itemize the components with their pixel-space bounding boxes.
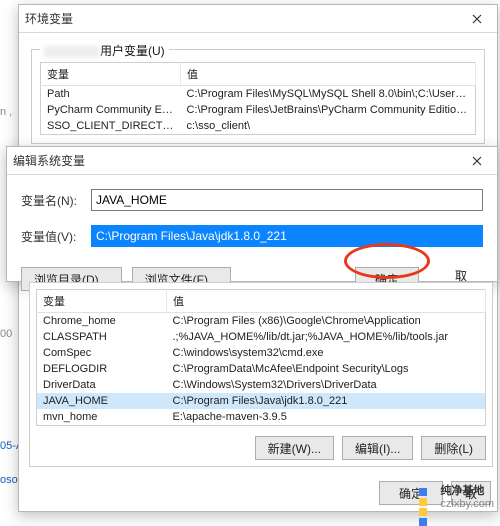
col-value[interactable]: 值 <box>181 63 476 86</box>
cancel-button-outer[interactable]: 取 <box>451 481 491 505</box>
blurred-username <box>44 46 100 58</box>
edit-button[interactable]: 编辑(I)... <box>342 436 413 460</box>
delete-button[interactable]: 删除(L) <box>421 436 486 460</box>
table-row[interactable]: mvn_homeE:\apache-maven-3.9.5 <box>37 409 486 426</box>
table-row[interactable]: DEFLOGDIRC:\ProgramData\McAfee\Endpoint … <box>37 361 486 377</box>
table-row[interactable]: PathC:\Program Files\MySQL\MySQL Shell 8… <box>41 86 476 103</box>
group-legend: 用户变量(U) <box>40 42 169 59</box>
bg-fragment: 00 <box>0 328 12 340</box>
table-row[interactable]: PyCharm Community Editi...C:\Program Fil… <box>41 102 476 118</box>
system-vars-group: 变量 值 Chrome_homeC:\Program Files (x86)\G… <box>29 282 493 467</box>
close-icon[interactable] <box>457 5 497 33</box>
table-row[interactable]: CLASSPATH.;%JAVA_HOME%/lib/dt.jar;%JAVA_… <box>37 329 486 345</box>
titlebar[interactable]: 编辑系统变量 <box>7 147 497 175</box>
table-row[interactable]: DriverDataC:\Windows\System32\Drivers\Dr… <box>37 377 486 393</box>
edit-sysvar-dialog: 编辑系统变量 变量名(N): 变量值(V): 浏览目录(D)... 浏览文件(F… <box>6 146 498 282</box>
system-vars-table[interactable]: 变量 值 Chrome_homeC:\Program Files (x86)\G… <box>36 289 486 426</box>
ok-button-outer[interactable]: 确定 <box>379 481 443 505</box>
window-title: 环境变量 <box>25 10 73 27</box>
var-value-label: 变量值(V): <box>21 228 81 245</box>
col-var[interactable]: 变量 <box>37 290 167 313</box>
table-row[interactable]: Chrome_homeC:\Program Files (x86)\Google… <box>37 313 486 330</box>
dialog-title: 编辑系统变量 <box>13 152 85 169</box>
user-vars-group: 用户变量(U) 变量 值 PathC:\Program Files\MySQL\… <box>31 49 485 144</box>
var-name-input[interactable] <box>91 189 483 211</box>
table-row[interactable]: ComSpecC:\windows\system32\cmd.exe <box>37 345 486 361</box>
table-row[interactable]: JAVA_HOMEC:\Program Files\Java\jdk1.8.0_… <box>37 393 486 409</box>
var-value-input[interactable] <box>91 225 483 247</box>
bg-fragment: n , <box>0 106 12 118</box>
new-button[interactable]: 新建(W)... <box>255 436 334 460</box>
table-row[interactable]: SSO_CLIENT_DIRECTORYc:\sso_client\ <box>41 118 476 135</box>
close-icon[interactable] <box>457 147 497 175</box>
col-var[interactable]: 变量 <box>41 63 181 86</box>
user-vars-table[interactable]: 变量 值 PathC:\Program Files\MySQL\MySQL Sh… <box>40 62 476 135</box>
titlebar: 环境变量 <box>19 5 497 33</box>
var-name-label: 变量名(N): <box>21 192 81 209</box>
col-value[interactable]: 值 <box>167 290 486 313</box>
system-vars-section: 变量 值 Chrome_homeC:\Program Files (x86)\G… <box>29 282 493 508</box>
